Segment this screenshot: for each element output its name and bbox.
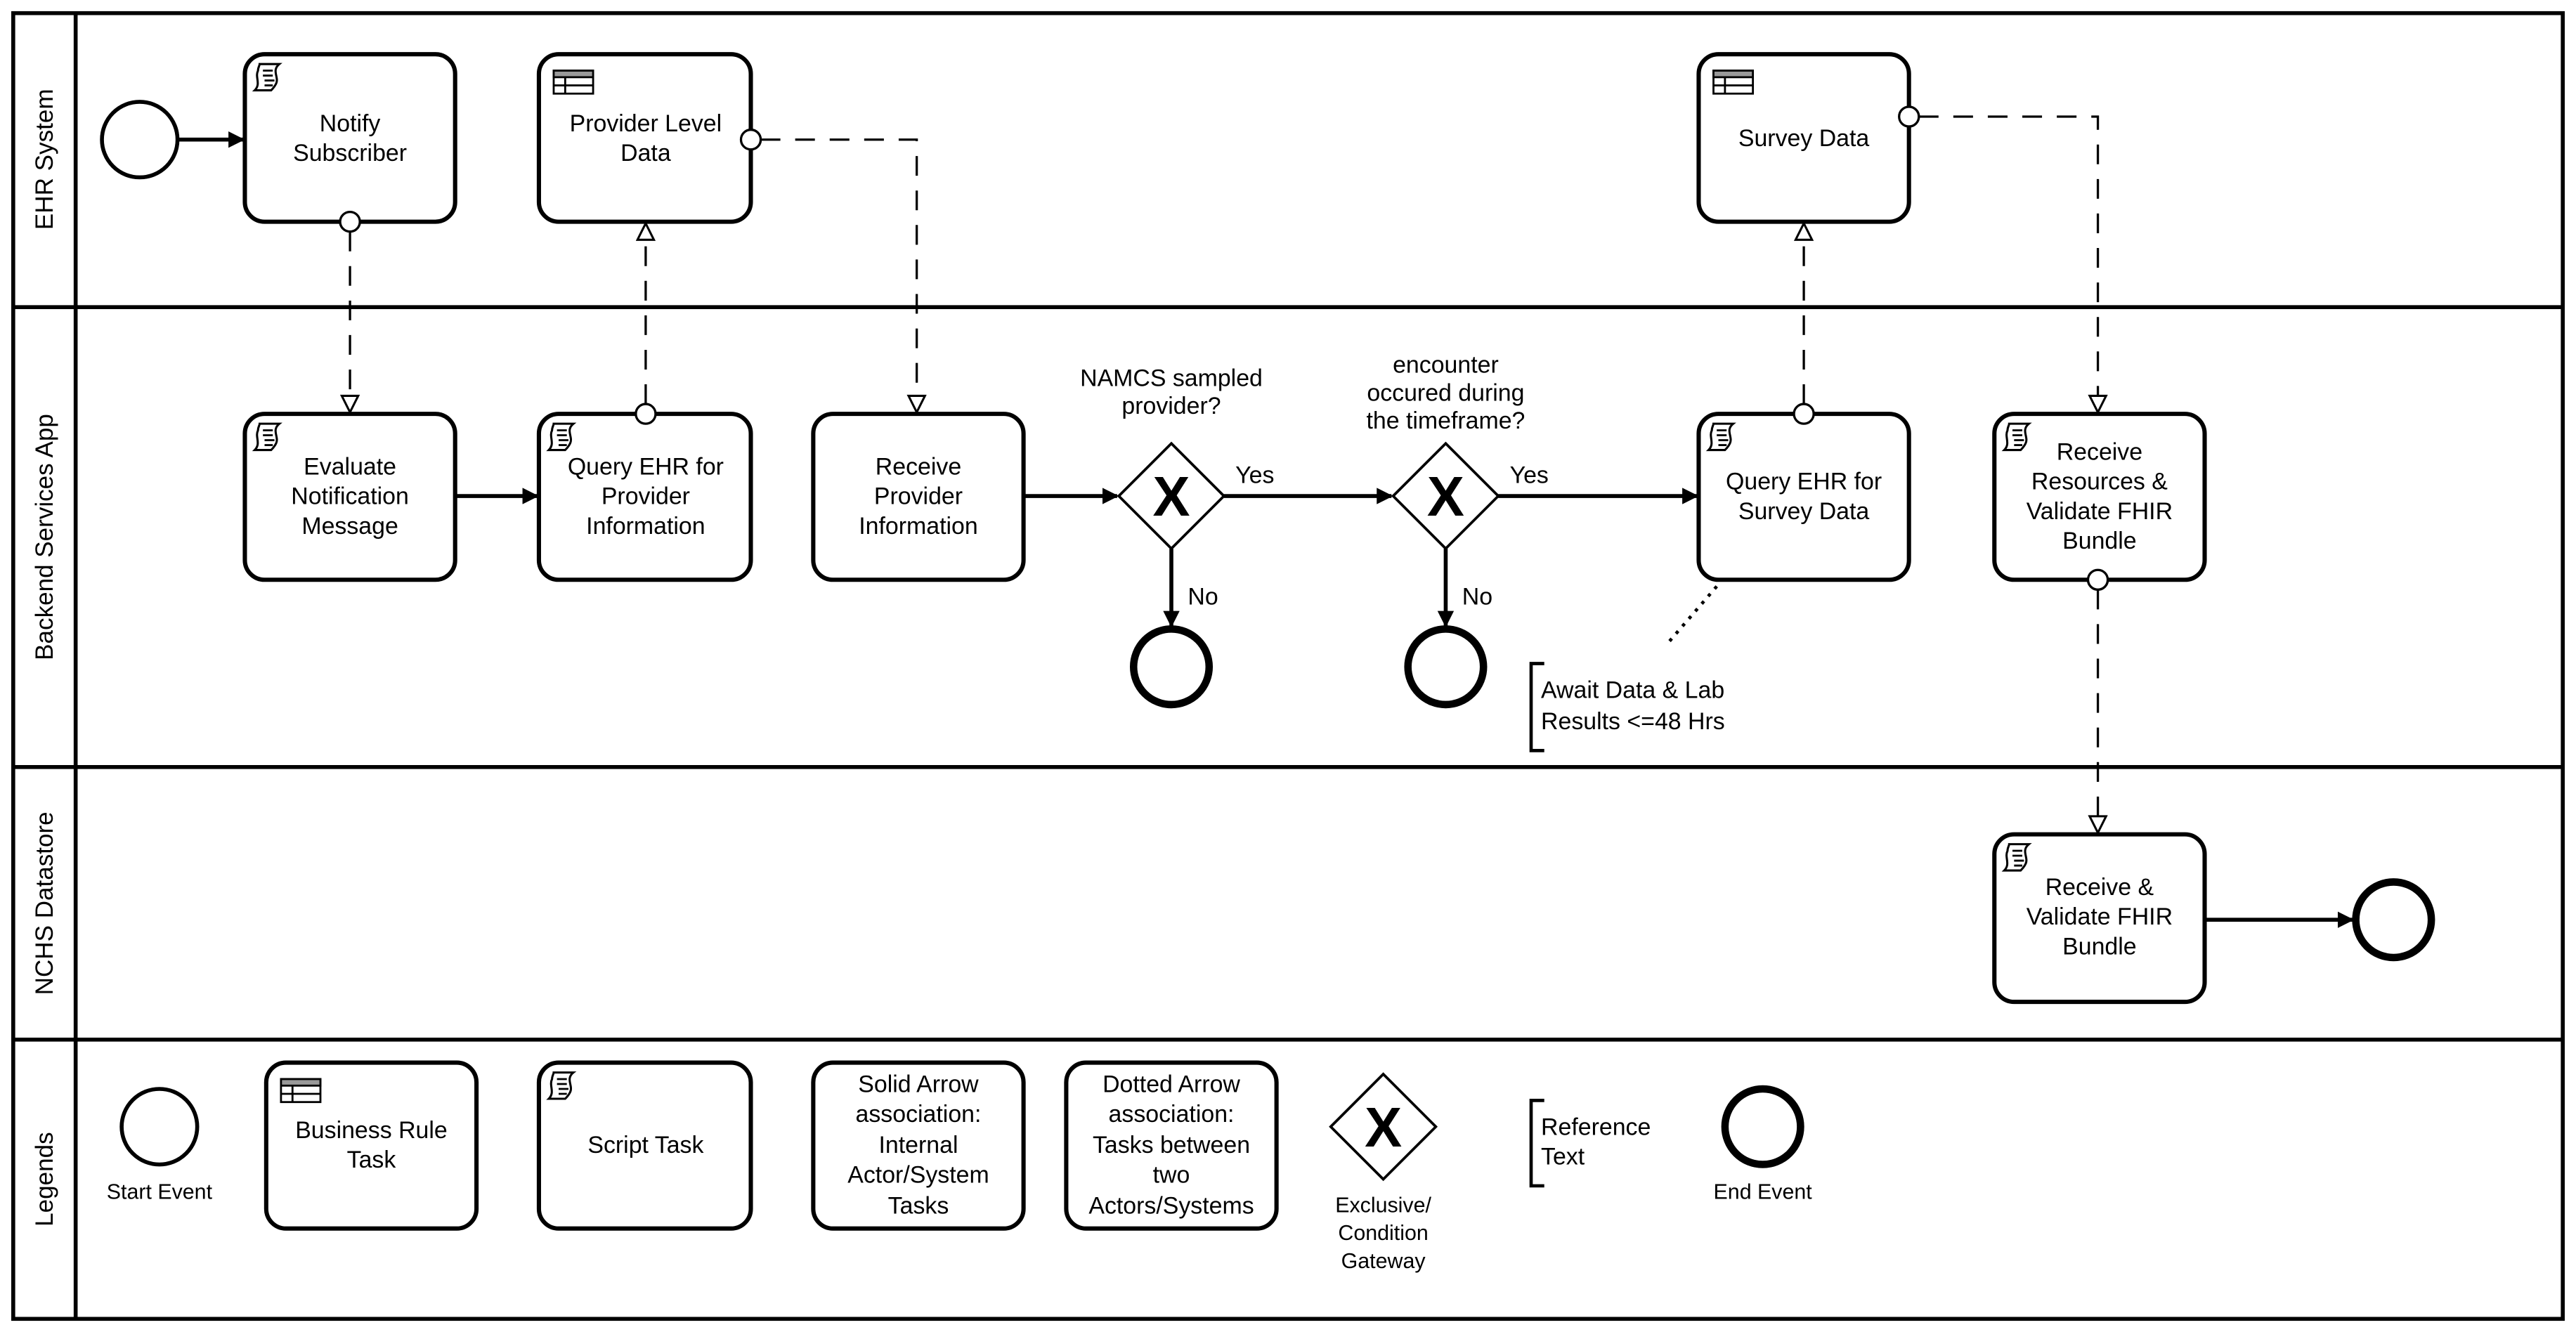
end-event-gateway1-no[interactable] bbox=[1129, 625, 1214, 709]
task-receive-validate-fhir-bundle[interactable]: Receive & Validate FHIR Bundle bbox=[1992, 832, 2207, 1005]
legend-reference-text: Reference Text bbox=[1541, 1114, 1651, 1170]
x-icon: X bbox=[1153, 465, 1190, 528]
legend-script-task: Script Task bbox=[587, 1132, 703, 1158]
end-event-gateway2-no[interactable] bbox=[1404, 625, 1488, 709]
legend: Start Event Business Rule Task Script Tas… bbox=[107, 1060, 1813, 1273]
svg-text:EvaluateNotificationMessage: Evaluate Notification Message bbox=[291, 454, 409, 540]
gateway1-no-label: No bbox=[1188, 583, 1218, 610]
gateway2-yes-label: Yes bbox=[1510, 462, 1549, 488]
lane-label-ehr-system: EHR System bbox=[31, 89, 58, 230]
legend-gateway: Exclusive/Condition Gateway bbox=[1335, 1193, 1431, 1272]
annotation-association bbox=[1664, 585, 1718, 647]
script-icon bbox=[2003, 422, 2030, 452]
gateway2-question: encounter occured during the timeframe? bbox=[1366, 352, 1525, 434]
svg-text:Survey Data: Survey Data bbox=[1738, 125, 1870, 152]
assoc-provider-data-to-receive[interactable] bbox=[760, 138, 917, 412]
start-event[interactable] bbox=[100, 100, 180, 180]
task-evaluate-notification-message[interactable]: Evaluate Notification Message bbox=[242, 412, 457, 582]
script-icon bbox=[253, 63, 281, 92]
gateway1-yes-label: Yes bbox=[1235, 462, 1274, 488]
table-icon bbox=[280, 1078, 322, 1104]
legend-end-event-label: End Event bbox=[1714, 1180, 1813, 1204]
task-query-ehr-provider-information[interactable]: Query EHR for Provider Information bbox=[536, 412, 753, 582]
task-query-ehr-survey-data[interactable]: Query EHR for Survey Data bbox=[1696, 412, 1911, 582]
table-icon bbox=[1712, 70, 1755, 95]
gateway1-question: NAMCS sampled provider? bbox=[1080, 365, 1263, 419]
script-icon bbox=[253, 422, 281, 452]
legend-end-event bbox=[1721, 1085, 1804, 1168]
x-icon: X bbox=[1365, 1096, 1402, 1158]
gateway-namcs-sampled[interactable]: X bbox=[1117, 441, 1226, 551]
text-annotation[interactable]: Await Data & Lab Results <=48 Hrs bbox=[1529, 662, 1725, 752]
task-receive-resources-validate[interactable]: Receive Resources & Validate FHIR Bundle bbox=[1992, 412, 2207, 582]
task-notify-subscriber[interactable]: Notify Subscriber bbox=[242, 52, 457, 224]
end-event-final[interactable] bbox=[2352, 878, 2435, 962]
assoc-survey-data-to-receive-resources[interactable] bbox=[1918, 115, 2098, 412]
svg-text:ReceiveProviderInformation: Receive Provider Information bbox=[859, 454, 977, 540]
legend-start-event bbox=[119, 1087, 200, 1167]
lane-label-nchs-datastore: NCHS Datastore bbox=[31, 811, 58, 995]
task-receive-provider-information[interactable]: Receive Provider Information bbox=[811, 412, 1026, 582]
svg-text:Await Data & LabResults <=48 H: Await Data & Lab Results <=48 Hrs bbox=[1541, 677, 1725, 735]
script-icon bbox=[547, 422, 575, 452]
legend-dotted-arrow: Dotted Arrow association: Tasks between two… bbox=[1088, 1071, 1254, 1220]
script-icon bbox=[1707, 422, 1735, 452]
gateway2-no-label: No bbox=[1462, 583, 1492, 610]
legend-start-event-label: Start Event bbox=[107, 1180, 213, 1204]
task-provider-level-data[interactable]: Provider Level Data bbox=[536, 52, 753, 224]
script-icon bbox=[547, 1071, 575, 1100]
lane-label-backend-services-app: Backend Services App bbox=[31, 414, 58, 660]
task-survey-data[interactable]: Survey Data bbox=[1696, 52, 1911, 224]
table-icon bbox=[552, 70, 594, 95]
x-icon: X bbox=[1427, 465, 1464, 528]
lane-label-legends: Legends bbox=[31, 1132, 58, 1226]
bpmn-diagram: EHR System Backend Services App NCHS Dat… bbox=[11, 11, 2565, 1321]
gateway-encounter-timeframe[interactable]: X bbox=[1391, 441, 1500, 551]
script-icon bbox=[2003, 843, 2030, 872]
